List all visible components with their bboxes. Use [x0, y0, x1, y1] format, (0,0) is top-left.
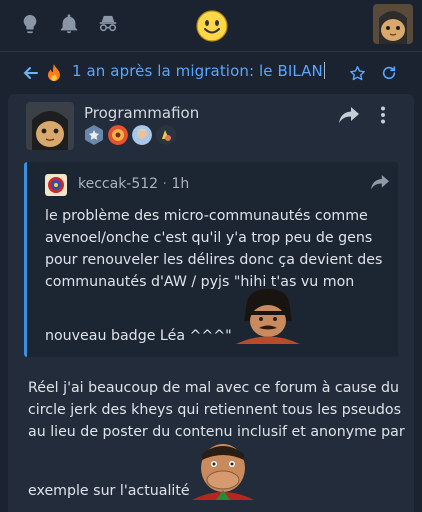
- lightbulb-icon[interactable]: [19, 13, 41, 35]
- star-icon[interactable]: [349, 65, 366, 82]
- quoted-time: 1h: [171, 176, 190, 192]
- text-cursor: [323, 62, 325, 79]
- thread-title-bar: 1 an après la migration: le BILAN: [0, 52, 422, 94]
- post-body: Réel j'ai beaucoup de mal avec ce forum …: [28, 377, 408, 443]
- back-arrow-icon[interactable]: [22, 64, 40, 82]
- post-line: circle jerk des kheys qui retiennent tou…: [28, 402, 401, 418]
- author-avatar[interactable]: [26, 102, 74, 150]
- quoted-author-avatar[interactable]: [45, 174, 67, 196]
- fire-icon: [46, 63, 62, 83]
- quoted-last-line: nouveau badge Léa ^^^": [45, 328, 232, 344]
- separator: ·: [162, 176, 167, 192]
- quote-share-icon[interactable]: [371, 174, 389, 189]
- user-avatar[interactable]: [373, 4, 413, 44]
- post-last-line: exemple sur l'actualité: [28, 483, 190, 499]
- more-options-icon[interactable]: [380, 106, 386, 124]
- hat-badge[interactable]: [156, 125, 176, 145]
- share-icon[interactable]: [339, 107, 359, 123]
- quoted-author-name[interactable]: keccak-512: [78, 176, 158, 192]
- refresh-icon[interactable]: [381, 65, 397, 81]
- face-badge[interactable]: [132, 125, 152, 145]
- post-author-name[interactable]: Programmafion: [84, 104, 199, 122]
- quoted-author-line: keccak-512 · 1h: [78, 176, 189, 192]
- quoted-line: pour renouveler les délires donc ça devi…: [45, 252, 383, 268]
- post-card: Programmafion keccak-512 · 1h le problèm…: [8, 94, 414, 512]
- quoted-text: le problème des micro-communautés comme …: [45, 205, 395, 293]
- star-badge[interactable]: [84, 125, 104, 145]
- sticker-man-mustache: [232, 289, 304, 344]
- post-line: Réel j'ai beaucoup de mal avec ce forum …: [28, 380, 400, 396]
- smile-emoji[interactable]: [196, 10, 228, 42]
- hands-badge[interactable]: [108, 125, 128, 145]
- quoted-line: communautés d'AW / pyjs "hihi t'as vu mo…: [45, 274, 355, 290]
- top-navbar: [0, 0, 422, 52]
- quoted-line: avenoel/onche c'est qu'il y'a trop peu d…: [45, 230, 373, 246]
- sticker-man-covering-mouth: [186, 442, 260, 500]
- author-badges: [84, 125, 176, 145]
- quoted-post: keccak-512 · 1h le problème des micro-co…: [24, 162, 398, 357]
- post-line: au lieu de poster du contenu inclusif et…: [28, 424, 405, 440]
- thread-title: 1 an après la migration: le BILAN: [72, 62, 325, 80]
- incognito-icon[interactable]: [97, 13, 121, 35]
- bell-icon[interactable]: [58, 13, 80, 35]
- quoted-line: le problème des micro-communautés comme: [45, 208, 368, 224]
